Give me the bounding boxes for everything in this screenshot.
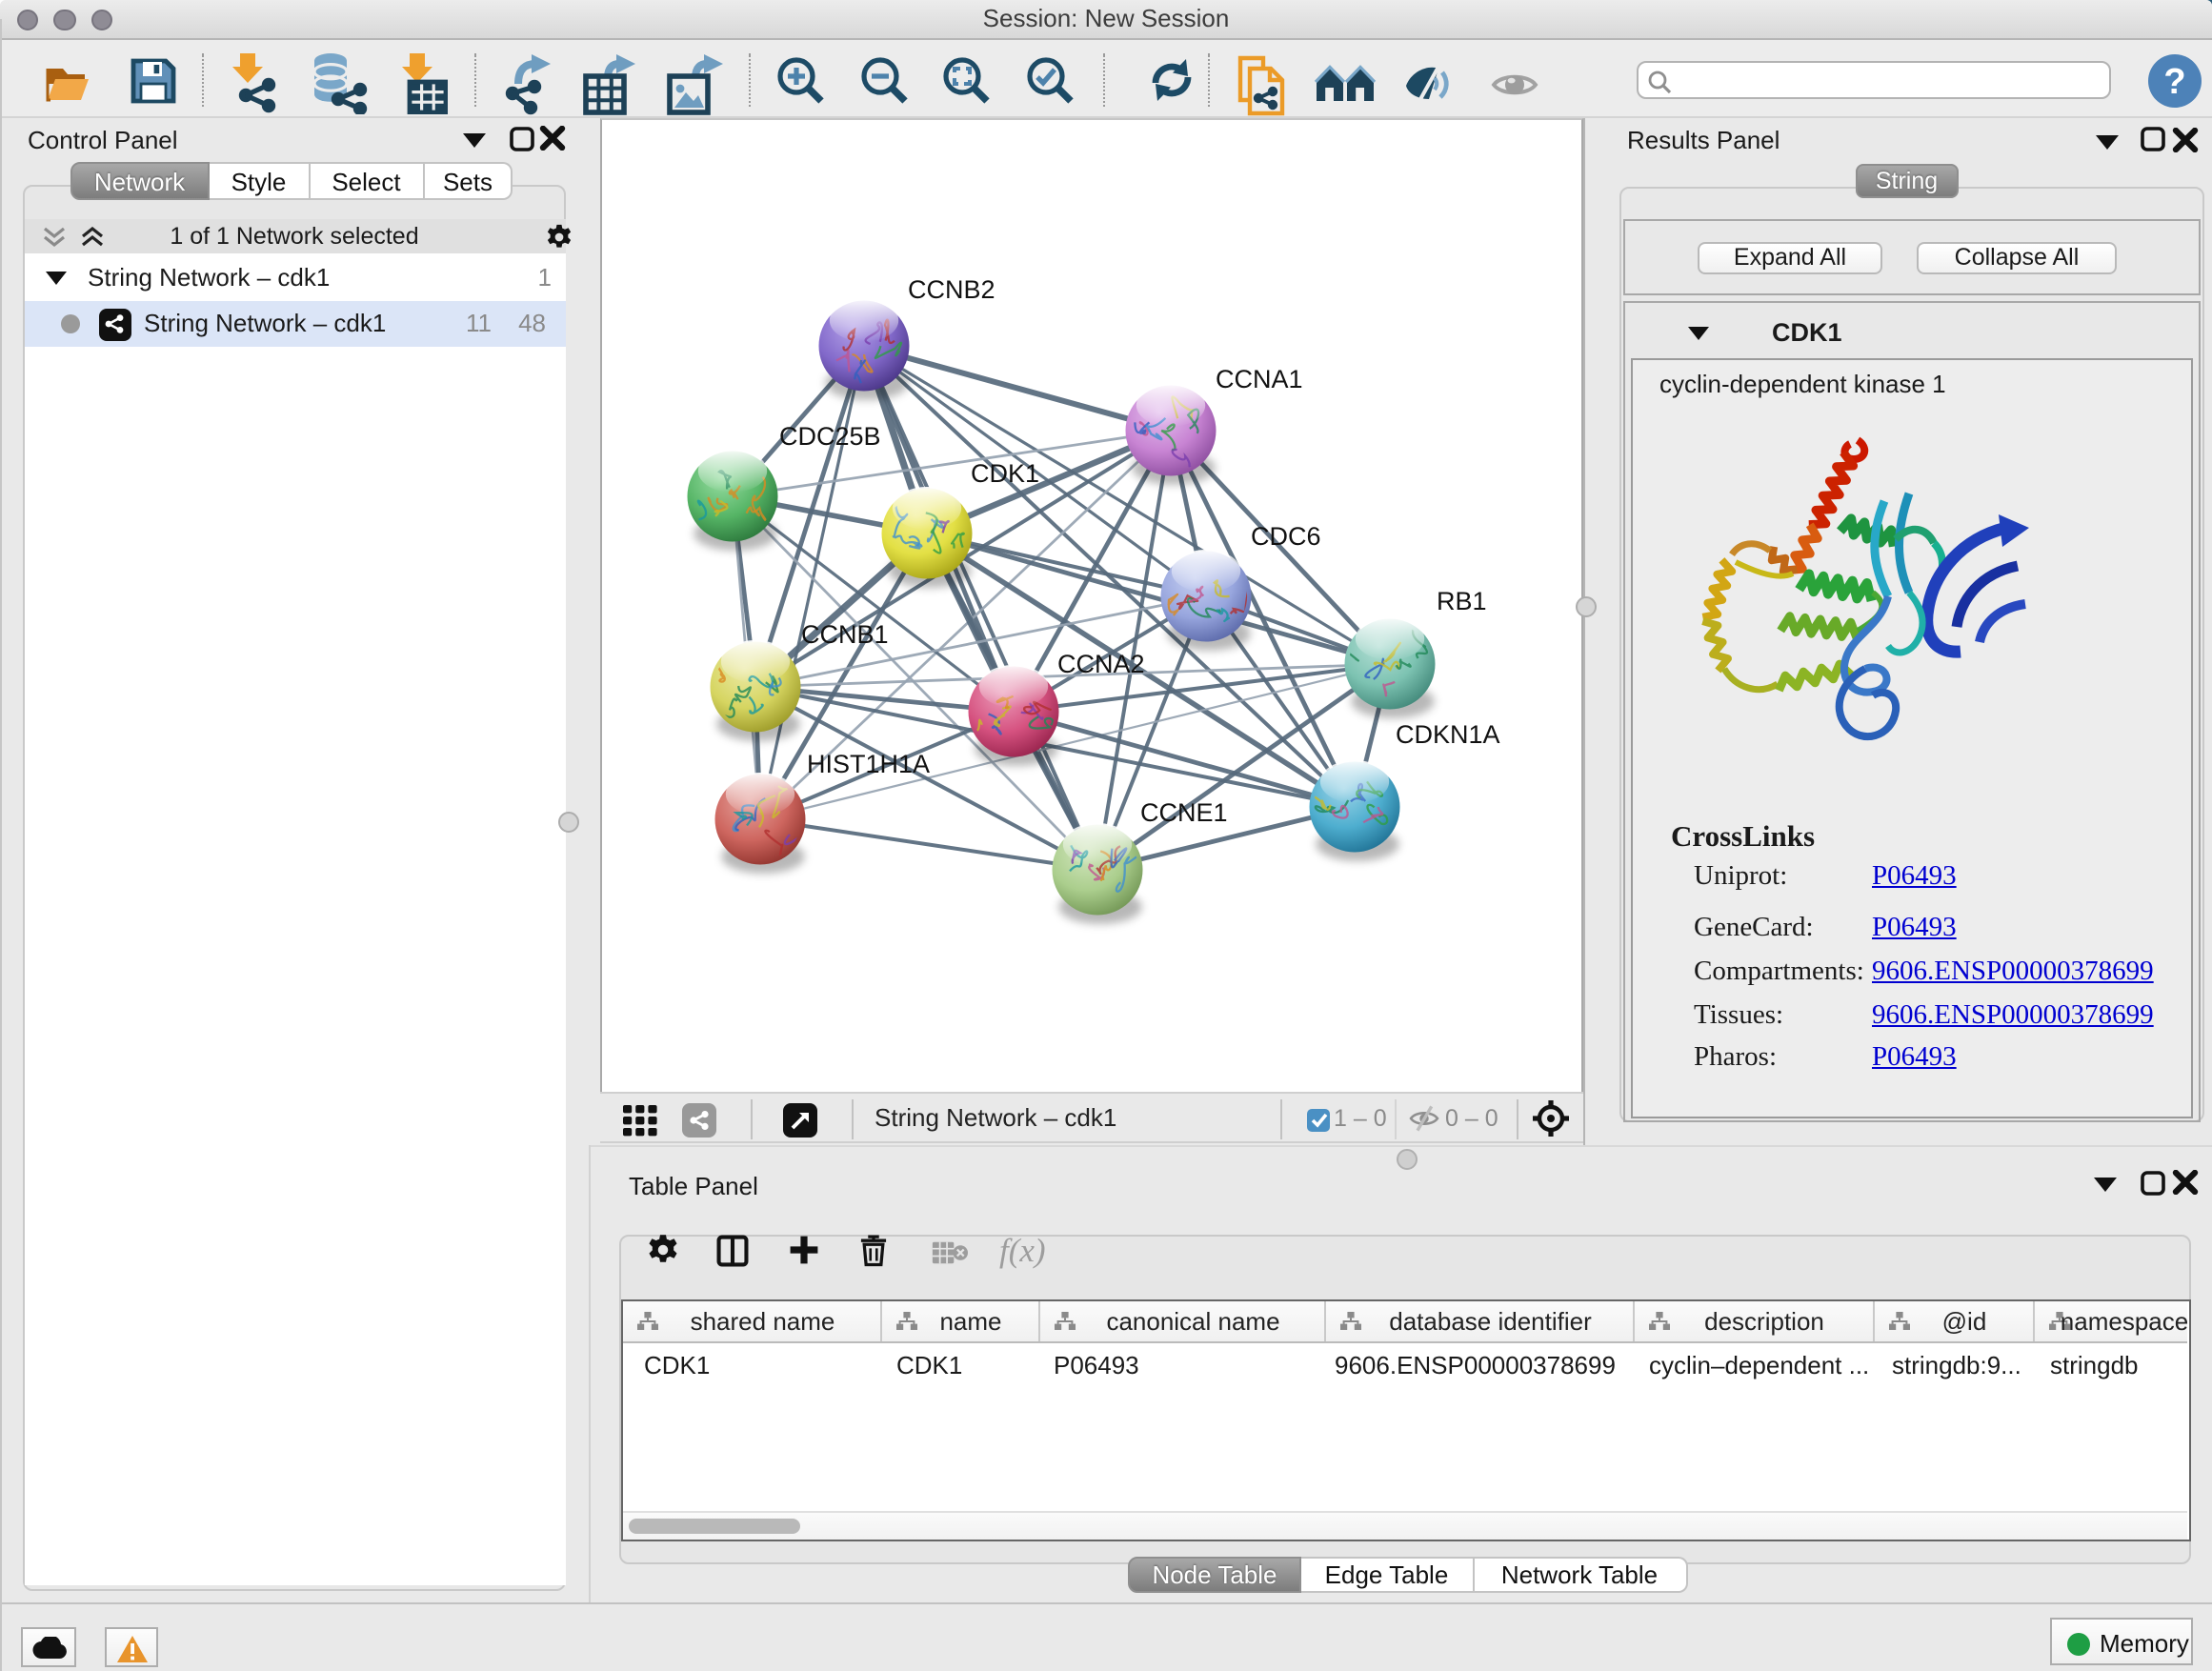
svg-text:RB1: RB1	[1436, 586, 1486, 614]
svg-text:CCNE1: CCNE1	[1139, 797, 1227, 826]
svg-text:CDKN1A: CDKN1A	[1395, 719, 1499, 748]
svg-text:CCNA2: CCNA2	[1056, 649, 1144, 677]
svg-text:CDC6: CDC6	[1250, 521, 1320, 550]
svg-text:CCNB2: CCNB2	[907, 274, 995, 303]
svg-text:HIST1H1A: HIST1H1A	[806, 749, 929, 777]
svg-text:CDC25B: CDC25B	[778, 421, 880, 450]
svg-text:CCNA1: CCNA1	[1215, 364, 1302, 393]
svg-text:CCNB1: CCNB1	[800, 619, 888, 648]
svg-text:?: ?	[2162, 61, 2184, 101]
svg-text:CDK1: CDK1	[970, 458, 1038, 487]
